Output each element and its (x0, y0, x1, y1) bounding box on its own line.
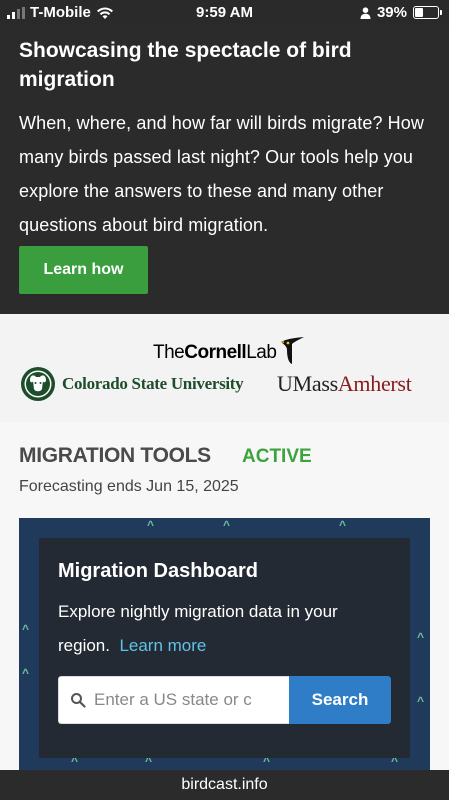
pattern-chevron: ^ (22, 622, 30, 636)
partner-logos: The Cornell Lab Colorado State University … (0, 314, 449, 422)
hero-section: Showcasing the spectacle of bird migrati… (0, 26, 449, 314)
pattern-chevron: ^ (223, 518, 231, 532)
cornell-name: Cornell (184, 342, 247, 363)
search-bar: Search (58, 676, 391, 724)
search-button[interactable]: Search (289, 676, 391, 724)
hero-title: Showcasing the spectacle of bird migrati… (19, 39, 352, 91)
learn-more-link[interactable]: Learn more (119, 636, 206, 655)
pattern-chevron: ^ (339, 518, 347, 532)
url-bar[interactable]: birdcast.info (0, 770, 449, 800)
forecast-date: Forecasting ends Jun 15, 2025 (19, 478, 239, 495)
umass-wordmark-a: UMass (277, 371, 338, 396)
battery-level (415, 8, 424, 17)
pattern-chevron: ^ (417, 694, 425, 708)
migration-tools-section: MIGRATION TOOLS ACTIVE Forecasting ends … (0, 422, 449, 770)
pattern-chevron: ^ (22, 666, 30, 680)
csu-wordmark: Colorado State University (62, 374, 244, 393)
learn-how-button[interactable]: Learn how (19, 246, 148, 294)
search-field[interactable] (58, 676, 289, 724)
bird-icon (280, 337, 305, 364)
dashboard-title: Migration Dashboard (58, 560, 259, 582)
tools-heading: MIGRATION TOOLS (19, 444, 211, 467)
status-badge: ACTIVE (242, 446, 312, 467)
search-input[interactable] (94, 690, 284, 710)
ram-seal-icon (21, 367, 55, 401)
pattern-chevron: ^ (147, 518, 155, 532)
battery-icon (413, 6, 442, 19)
search-icon (71, 693, 86, 708)
dashboard-text: Explore nightly migration data in your r… (58, 595, 390, 663)
hero-text: When, where, and how far will birds migr… (19, 113, 424, 235)
umass-logo[interactable]: UMassAmherst (277, 371, 412, 397)
cornell-lab-logo[interactable]: The Cornell Lab (153, 336, 306, 364)
pattern-chevron: ^ (417, 630, 425, 644)
dashboard-card: Migration Dashboard Explore nightly migr… (39, 538, 410, 758)
csu-logo[interactable]: Colorado State University (20, 366, 244, 402)
person-icon (360, 6, 371, 19)
status-bar: T-Mobile 9:59 AM 39% (0, 0, 449, 26)
cornell-lab: Lab (246, 342, 277, 363)
cornell-the: The (153, 342, 185, 363)
umass-wordmark-b: Amherst (337, 371, 412, 396)
dashboard-panel: ^ ^ ^ ^ ^ ^ ^ ^ ^ ^ ^ Migration Dashboar… (19, 518, 430, 770)
status-right: 39% (360, 4, 442, 21)
battery-percent: 39% (376, 4, 407, 21)
